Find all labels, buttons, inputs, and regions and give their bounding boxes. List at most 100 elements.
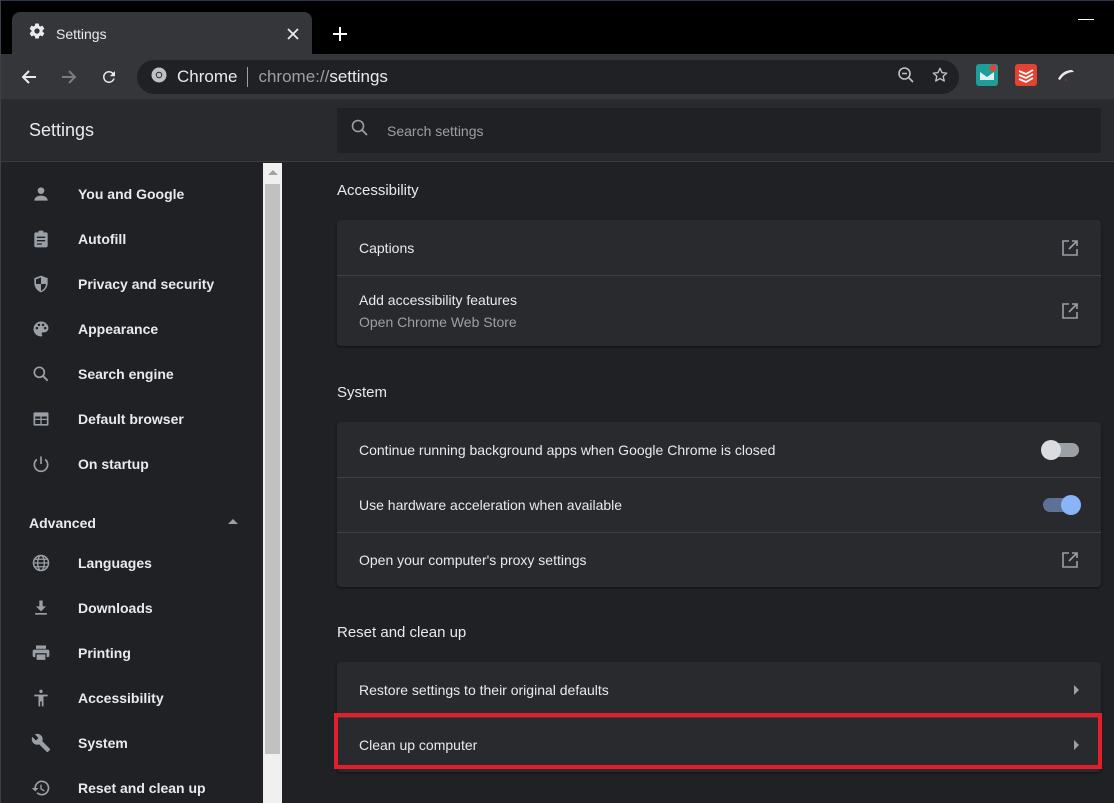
download-icon [30, 597, 52, 619]
external-link-icon[interactable] [1061, 302, 1079, 320]
reload-icon[interactable] [91, 59, 127, 95]
row-label: Captions [359, 239, 415, 256]
plus-icon[interactable] [327, 21, 353, 47]
hardware-acceleration-row[interactable]: Use hardware acceleration when available [337, 477, 1101, 532]
toggle-knob [1061, 495, 1081, 515]
sidebar-item-downloads[interactable]: Downloads [1, 588, 263, 628]
browser-window-icon [30, 408, 52, 430]
close-icon[interactable] [280, 21, 306, 47]
chrome-logo-icon [151, 67, 167, 88]
tab-settings[interactable]: Settings [12, 12, 312, 55]
tab-strip: Settings [1, 0, 1114, 55]
sidebar-item-label: Accessibility [78, 690, 164, 706]
sidebar-item-label: On startup [78, 456, 149, 472]
page-title: Settings [29, 120, 95, 140]
sidebar-item-label: You and Google [78, 186, 185, 202]
dark-extension-icon[interactable] [1055, 64, 1077, 86]
sidebar-item-label: Downloads [78, 600, 153, 616]
arrow-right-icon[interactable] [51, 59, 87, 95]
add-accessibility-features-row[interactable]: Add accessibility features Open Chrome W… [337, 275, 1101, 346]
sidebar-item-accessibility[interactable]: Accessibility [1, 678, 263, 718]
accessibility-icon [30, 687, 52, 709]
row-label: Restore settings to their original defau… [359, 681, 609, 698]
palette-icon [30, 318, 52, 340]
captions-row[interactable]: Captions [337, 220, 1101, 275]
sidebar-item-label: Privacy and security [78, 276, 215, 292]
history-icon [30, 777, 52, 799]
search-box[interactable] [337, 108, 1101, 153]
row-label: Open your computer's proxy settings [359, 552, 587, 568]
sidebar-item-label: Default browser [78, 411, 184, 427]
zoom-out-icon[interactable] [897, 66, 915, 89]
sidebar-item-autofill[interactable]: Autofill [1, 219, 263, 259]
row-label: Clean up computer [359, 737, 478, 753]
section-title-accessibility: Accessibility [337, 182, 419, 199]
url-scheme: chrome:// [258, 67, 330, 86]
search-input[interactable] [387, 122, 987, 139]
person-icon [30, 183, 52, 205]
section-title-reset: Reset and clean up [337, 624, 467, 641]
sidebar-item-search-engine[interactable]: Search engine [1, 354, 263, 394]
browser-window: Settings Chrome chrome:// settings Setti… [0, 0, 1114, 803]
shield-icon [30, 273, 52, 295]
row-sublabel: Open Chrome Web Store [359, 314, 517, 330]
gear-icon [28, 22, 46, 45]
proxy-settings-row[interactable]: Open your computer's proxy settings [337, 532, 1101, 587]
site-label: Chrome [177, 67, 238, 86]
sidebar-item-label: Appearance [78, 321, 159, 337]
chevron-right-icon [1074, 740, 1079, 750]
main-content: Accessibility Captions Add accessibility… [283, 163, 1114, 803]
sidebar-item-label: System [78, 735, 128, 751]
chevron-right-icon [1074, 684, 1079, 695]
clean-up-computer-row[interactable]: Clean up computer [337, 717, 1101, 772]
accessibility-card: Captions Add accessibility features Open… [337, 220, 1101, 346]
toggle-container [1043, 495, 1081, 515]
reset-card: Restore settings to their original defau… [337, 662, 1101, 772]
url-path: settings [329, 67, 388, 86]
hardware-acceleration-toggle[interactable] [1043, 495, 1081, 515]
advanced-label: Advanced [29, 515, 96, 531]
sidebar-scrollbar[interactable] [263, 163, 282, 803]
sidebar-item-on-startup[interactable]: On startup [1, 444, 263, 484]
background-apps-row[interactable]: Continue running background apps when Go… [337, 422, 1101, 477]
search-icon [351, 119, 369, 142]
sidebar: You and Google Autofill Privacy and secu… [1, 163, 263, 803]
power-icon [30, 453, 52, 475]
restore-defaults-row[interactable]: Restore settings to their original defau… [337, 662, 1101, 717]
star-icon[interactable] [931, 66, 949, 89]
sidebar-item-label: Autofill [78, 231, 127, 247]
caret-up-icon [228, 519, 238, 524]
sidebar-item-languages[interactable]: Languages [1, 543, 263, 583]
sidebar-item-label: Printing [78, 645, 131, 661]
arrow-left-icon[interactable] [11, 59, 47, 95]
omnibox-separator [247, 67, 249, 87]
sidebar-item-label: Reset and clean up [78, 780, 206, 796]
external-link-icon[interactable] [1061, 551, 1079, 569]
sidebar-item-printing[interactable]: Printing [1, 633, 263, 673]
section-title-system: System [337, 384, 388, 401]
tab-title: Settings [56, 25, 107, 42]
row-label: Add accessibility features [359, 292, 517, 308]
printer-icon [30, 642, 52, 664]
mail-extension-icon[interactable] [976, 64, 998, 86]
minimize-button[interactable] [1078, 19, 1094, 20]
sidebar-item-reset[interactable]: Reset and clean up [1, 768, 263, 803]
advanced-toggle[interactable]: Advanced [29, 508, 244, 538]
globe-icon [30, 552, 52, 574]
row-label: Continue running background apps when Go… [359, 441, 776, 458]
sidebar-item-you-and-google[interactable]: You and Google [1, 174, 263, 214]
settings-header: Settings [1, 100, 1114, 162]
todoist-extension-icon[interactable] [1015, 64, 1037, 86]
wrench-icon [30, 732, 52, 754]
background-apps-toggle[interactable] [1041, 439, 1079, 460]
scrollbar-thumb[interactable] [265, 184, 280, 754]
sidebar-item-system[interactable]: System [1, 723, 263, 763]
external-link-icon[interactable] [1061, 239, 1079, 257]
address-bar[interactable]: Chrome chrome:// settings [137, 60, 959, 94]
search-icon [30, 363, 52, 385]
scroll-up-arrow-icon[interactable] [263, 163, 282, 182]
sidebar-item-default-browser[interactable]: Default browser [1, 399, 263, 439]
sidebar-item-label: Search engine [78, 366, 174, 382]
sidebar-item-appearance[interactable]: Appearance [1, 309, 263, 349]
sidebar-item-privacy[interactable]: Privacy and security [1, 264, 263, 304]
